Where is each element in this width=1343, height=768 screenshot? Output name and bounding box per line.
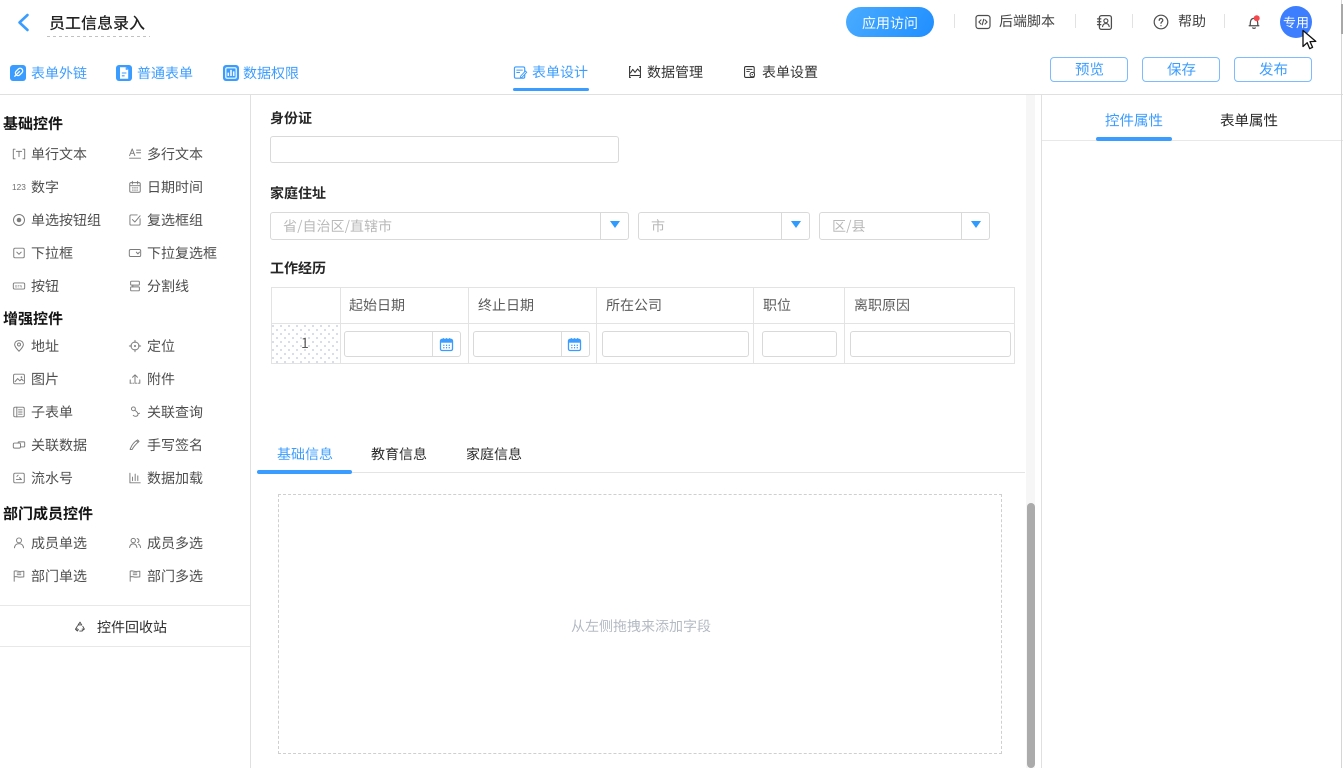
- svg-text:123: 123: [12, 182, 26, 192]
- svg-text:BTN: BTN: [15, 285, 22, 289]
